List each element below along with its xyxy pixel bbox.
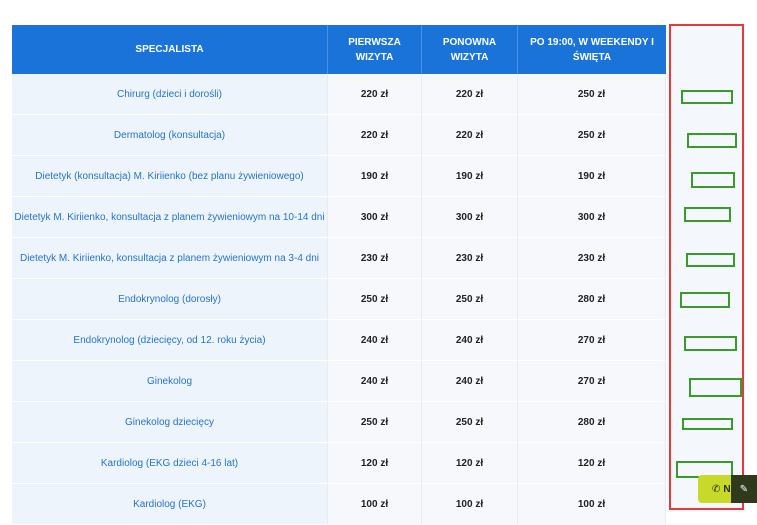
repeat-visit-price-cell: 300 zł: [422, 197, 518, 238]
after-hours-price-cell: 120 zł: [518, 443, 666, 484]
header-first-visit: PIERWSZA WIZYTA: [328, 25, 422, 74]
repeat-visit-price-cell: 240 zł: [422, 320, 518, 361]
repeat-visit-price-cell: 220 zł: [422, 115, 518, 156]
first-visit-price-cell: 120 zł: [328, 443, 422, 484]
table-row: Endokrynolog (dziecięcy, od 12. roku życ…: [12, 320, 666, 361]
first-visit-price-cell: 240 zł: [328, 320, 422, 361]
first-visit-price-cell: 250 zł: [328, 279, 422, 320]
annotation-green-box: [689, 378, 742, 397]
first-visit-price-cell: 100 zł: [328, 484, 422, 525]
specialist-name-cell[interactable]: Ginekolog dziecięcy: [12, 402, 328, 443]
first-visit-price-cell: 240 zł: [328, 361, 422, 402]
table-row: Dermatolog (konsultacja) 220 zł 220 zł 250 …: [12, 115, 666, 156]
first-visit-price-cell: 190 zł: [328, 156, 422, 197]
after-hours-price-cell: 250 zł: [518, 74, 666, 115]
table-row: Dietetyk M. Kiriienko, konsultacja z pla…: [12, 197, 666, 238]
table-row: Chirurg (dzieci i dorośli) 220 zł 220 zł 25…: [12, 74, 666, 115]
annotation-green-box: [684, 207, 731, 222]
repeat-visit-price-cell: 120 zł: [422, 443, 518, 484]
call-button-label: N: [723, 483, 731, 495]
after-hours-price-cell: 280 zł: [518, 402, 666, 443]
header-specialist: SPECJALISTA: [12, 25, 328, 74]
table-row: Kardiolog (EKG) 100 zł 100 zł 100 zł: [12, 484, 666, 525]
repeat-visit-price-cell: 250 zł: [422, 279, 518, 320]
after-hours-price-cell: 300 zł: [518, 197, 666, 238]
chat-tab[interactable]: ✎: [731, 475, 757, 503]
first-visit-price-cell: 230 zł: [328, 238, 422, 279]
annotation-green-box: [681, 90, 733, 104]
header-after-hours: PO 19:00, W WEEKENDY I ŚWIĘTA: [518, 25, 666, 74]
specialist-name-cell[interactable]: Endokrynolog (dorosły): [12, 279, 328, 320]
specialist-name-cell[interactable]: Dietetyk M. Kiriienko, konsultacja z pla…: [12, 238, 328, 279]
annotation-green-box: [684, 336, 737, 351]
after-hours-price-cell: 270 zł: [518, 320, 666, 361]
specialist-name-cell[interactable]: Dietetyk M. Kiriienko, konsultacja z pla…: [12, 197, 328, 238]
specialist-name-cell[interactable]: Endokrynolog (dziecięcy, od 12. roku życ…: [12, 320, 328, 361]
header-repeat-visit: PONOWNA WIZYTA: [422, 25, 518, 74]
table-row: Endokrynolog (dorosły) 250 zł 250 zł 280 zł: [12, 279, 666, 320]
table-row: Kardiolog (EKG dzieci 4-16 lat) 120 zł 120…: [12, 443, 666, 484]
specialist-name-cell[interactable]: Chirurg (dzieci i dorośli): [12, 74, 328, 115]
repeat-visit-price-cell: 190 zł: [422, 156, 518, 197]
repeat-visit-price-cell: 230 zł: [422, 238, 518, 279]
table-row: Ginekolog dziecięcy 250 zł 250 zł 280 zł: [12, 402, 666, 443]
specialist-name-cell[interactable]: Kardiolog (EKG dzieci 4-16 lat): [12, 443, 328, 484]
after-hours-price-cell: 250 zł: [518, 115, 666, 156]
repeat-visit-price-cell: 240 zł: [422, 361, 518, 402]
first-visit-price-cell: 220 zł: [328, 74, 422, 115]
table-row: Dietetyk M. Kiriienko, konsultacja z pla…: [12, 238, 666, 279]
price-table: SPECJALISTA PIERWSZA WIZYTA PONOWNA WIZY…: [12, 25, 666, 525]
after-hours-price-cell: 280 zł: [518, 279, 666, 320]
first-visit-price-cell: 220 zł: [328, 115, 422, 156]
after-hours-price-cell: 230 zł: [518, 238, 666, 279]
specialist-name-cell[interactable]: Dietetyk (konsultacja) M. Kiriienko (bez…: [12, 156, 328, 197]
repeat-visit-price-cell: 250 zł: [422, 402, 518, 443]
specialist-name-cell[interactable]: Kardiolog (EKG): [12, 484, 328, 525]
repeat-visit-price-cell: 220 zł: [422, 74, 518, 115]
first-visit-price-cell: 250 zł: [328, 402, 422, 443]
annotation-green-box: [680, 292, 730, 308]
after-hours-price-cell: 100 zł: [518, 484, 666, 525]
table-row: Dietetyk (konsultacja) M. Kiriienko (bez…: [12, 156, 666, 197]
price-table-container: SPECJALISTA PIERWSZA WIZYTA PONOWNA WIZY…: [12, 25, 666, 525]
table-header-row: SPECJALISTA PIERWSZA WIZYTA PONOWNA WIZY…: [12, 25, 666, 74]
chat-icon: ✎: [739, 483, 749, 495]
after-hours-price-cell: 270 zł: [518, 361, 666, 402]
first-visit-price-cell: 300 zł: [328, 197, 422, 238]
after-hours-price-cell: 190 zł: [518, 156, 666, 197]
specialist-name-cell[interactable]: Ginekolog: [12, 361, 328, 402]
annotation-green-box: [682, 418, 733, 430]
specialist-name-cell[interactable]: Dermatolog (konsultacja): [12, 115, 328, 156]
table-row: Ginekolog 240 zł 240 zł 270 zł: [12, 361, 666, 402]
phone-icon: ✆: [712, 483, 721, 495]
annotation-green-box: [691, 172, 735, 188]
annotation-green-box: [686, 253, 735, 267]
annotation-green-box: [687, 133, 737, 148]
repeat-visit-price-cell: 100 zł: [422, 484, 518, 525]
